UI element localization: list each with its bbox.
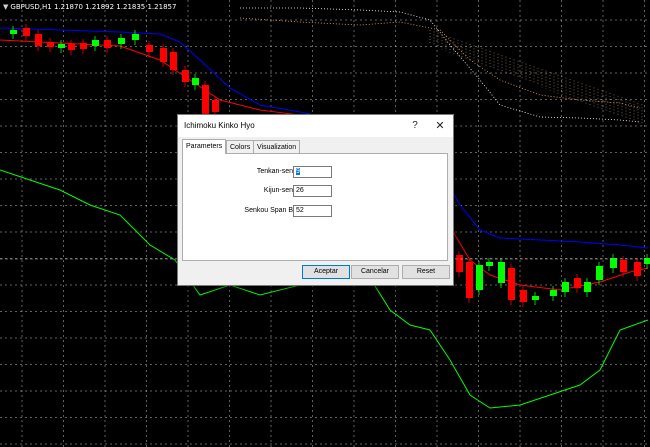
candle-body <box>498 262 505 283</box>
senkou-b-label: Senkou Span B: <box>244 207 295 214</box>
kijun-row: Kijun-sen: 26 <box>183 185 467 197</box>
help-icon[interactable]: ? <box>408 119 422 133</box>
candle-body <box>146 45 153 52</box>
candle-body <box>104 40 111 48</box>
candle-body <box>550 290 557 296</box>
candle-body <box>532 296 539 300</box>
candle-body <box>456 255 463 272</box>
candle-body <box>596 266 603 280</box>
tab-parameters[interactable]: Parameters <box>182 139 227 154</box>
candle-body <box>182 70 189 82</box>
senkou-span-b-line <box>240 7 641 123</box>
candle-body <box>466 262 473 298</box>
candle-body <box>58 44 65 48</box>
dialog-titlebar[interactable]: Ichimoku Kinko Hyo ? ✕ <box>178 115 453 137</box>
candle-body <box>202 85 209 115</box>
candle-body <box>170 52 177 70</box>
senkou-b-row: Senkou Span B: 52 <box>183 205 467 217</box>
close-icon[interactable]: ✕ <box>433 119 447 133</box>
candle-body <box>160 48 167 62</box>
candle-body <box>68 44 75 50</box>
tenkan-label: Tenkan-sen: <box>256 168 295 175</box>
candle-body <box>35 34 42 46</box>
dialog-title: Ichimoku Kinko Hyo <box>184 121 255 130</box>
accept-button[interactable]: Aceptar <box>302 265 350 279</box>
symbol-label: ▼ GBPUSD,H1 1.21870 1.21892 1.21835 1.218… <box>3 3 177 11</box>
candle-body <box>520 290 527 302</box>
tab-colors[interactable]: Colors <box>226 140 255 154</box>
candle-body <box>562 282 569 292</box>
parameters-panel: Tenkan-sen: 9 Kijun-sen: 26 Senkou Span … <box>182 153 448 261</box>
kijun-label: Kijun-sen: <box>263 187 295 194</box>
ichimoku-dialog: Ichimoku Kinko Hyo ? ✕ Parameters Colors… <box>177 114 454 286</box>
chart-arrow-icon: ▼ <box>3 3 9 11</box>
candle-body <box>23 28 30 36</box>
senkou-b-input[interactable]: 52 <box>293 205 332 217</box>
candle-body <box>584 282 591 292</box>
candle-body <box>132 34 139 40</box>
candle-body <box>574 278 581 288</box>
candle-body <box>192 78 199 85</box>
candle-body <box>47 42 54 47</box>
kijun-input[interactable]: 26 <box>293 185 332 197</box>
candle-body <box>92 40 99 46</box>
candle-body <box>10 30 17 34</box>
tab-visualization[interactable]: Visualization <box>253 140 301 154</box>
candle-body <box>634 262 641 276</box>
candle-body <box>610 258 617 268</box>
candle-body <box>80 43 87 49</box>
reset-button[interactable]: Reset <box>402 265 450 279</box>
candle-body <box>118 38 125 44</box>
candle-body <box>212 100 219 112</box>
candle-body <box>508 268 515 300</box>
candle-body <box>486 262 493 266</box>
senkou-span-a-line <box>239 17 641 109</box>
cancel-button[interactable]: Cancelar <box>351 265 399 279</box>
candle-body <box>476 265 483 290</box>
candle-body <box>620 260 627 272</box>
tenkan-row: Tenkan-sen: 9 <box>183 166 467 178</box>
tenkan-input[interactable]: 9 <box>293 166 332 178</box>
ichimoku-cloud <box>239 7 643 126</box>
